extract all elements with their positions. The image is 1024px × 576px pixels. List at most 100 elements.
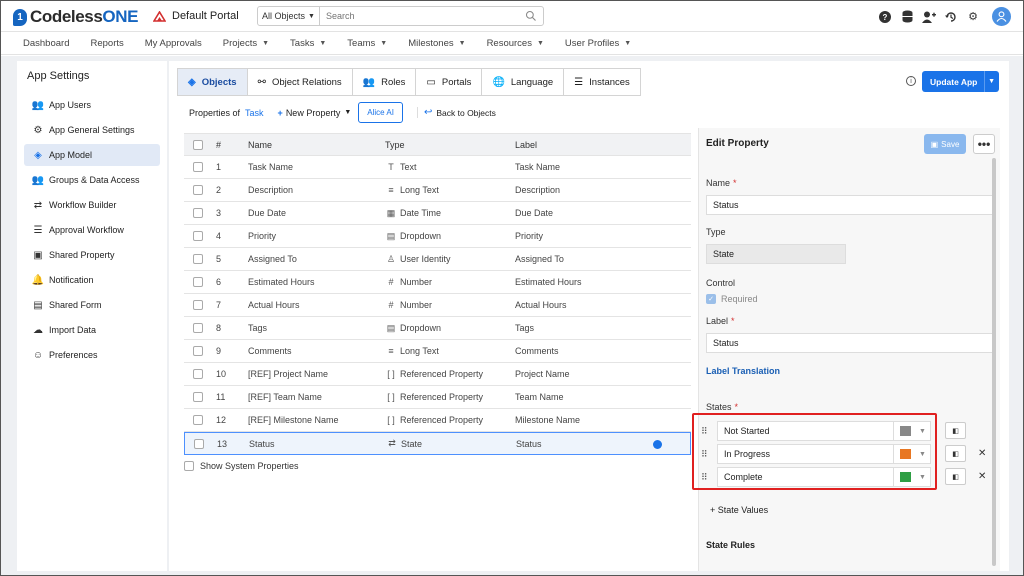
sidebar-item-app-model[interactable]: ◈ App Model [24,144,160,166]
sidebar-item-shared-property[interactable]: ▣ Shared Property [24,244,160,266]
nav-item-my-approvals[interactable]: My Approvals [145,38,202,49]
row-name: Priority [248,231,277,241]
state-name-input[interactable]: In Progress [717,444,894,464]
table-row[interactable]: 8 Tags ▤ Dropdown Tags [184,317,691,340]
show-system-checkbox[interactable] [184,461,194,471]
sidebar-item-approval-workflow[interactable]: ☰ Approval Workflow [24,219,160,241]
table-row[interactable]: 7 Actual Hours # Number Actual Hours [184,294,691,317]
nav-item-projects[interactable]: Projects ▼ [223,38,269,49]
nav-item-tasks[interactable]: Tasks ▼ [290,38,326,49]
state-color-select[interactable]: ▼ [894,467,931,487]
table-row[interactable]: 13 Status ⇄ State Status [184,432,691,455]
search-icon[interactable] [523,10,539,22]
new-property-button[interactable]: + New Property ▼ [278,108,352,118]
row-checkbox[interactable] [193,185,203,195]
sidebar-item-shared-form[interactable]: ▤ Shared Form [24,294,160,316]
search-scope-dropdown[interactable]: All Objects ▼ [258,7,320,25]
more-options-button[interactable]: ••• [973,134,995,154]
update-app-button[interactable]: Update App ▼ [922,71,999,92]
state-name-input[interactable]: Complete [717,467,894,487]
table-row[interactable]: 1 Task Name T Text Task Name [184,156,691,179]
brand-logo[interactable]: 1 CodelessONE [13,7,138,27]
row-checkbox[interactable] [193,231,203,241]
row-checkbox[interactable] [193,300,203,310]
table-row[interactable]: 4 Priority ▤ Dropdown Priority [184,225,691,248]
nav-item-reports[interactable]: Reports [90,38,123,49]
label-translation-link[interactable]: Label Translation [706,366,780,376]
help-icon[interactable]: ? [878,10,892,24]
state-translation-button[interactable]: ◧ [945,422,966,439]
sidebar-item-notification[interactable]: 🔔 Notification [24,269,160,291]
tab-portals[interactable]: ▭ Portals [416,68,483,96]
drag-handle-icon[interactable]: ⠿ [701,449,709,460]
object-name-link[interactable]: Task [245,108,264,118]
row-checkbox[interactable] [193,323,203,333]
table-row[interactable]: 12 [REF] Milestone Name [ ] Referenced Prop… [184,409,691,432]
user-avatar-icon[interactable] [992,7,1011,26]
alice-ai-button[interactable]: Alice AI [358,102,403,123]
row-checkbox[interactable] [193,162,203,172]
state-translation-button[interactable]: ◧ [945,445,966,462]
back-to-objects-button[interactable]: ↩ Back to Objects [416,107,496,118]
table-row[interactable]: 3 Due Date ▦ Date Time Due Date [184,202,691,225]
table-row[interactable]: 11 [REF] Team Name [ ] Referenced Property T… [184,386,691,409]
database-icon[interactable] [900,10,914,24]
sidebar-item-preferences[interactable]: ☺ Preferences [24,344,160,366]
header-name[interactable]: Name [248,140,385,150]
table-row[interactable]: 9 Comments ≡ Long Text Comments [184,340,691,363]
history-icon[interactable] [944,10,958,24]
header-label[interactable]: Label [515,140,655,150]
row-checkbox[interactable] [193,346,203,356]
nav-item-user-profiles[interactable]: User Profiles ▼ [565,38,631,49]
nav-item-resources[interactable]: Resources ▼ [487,38,544,49]
tab-objects[interactable]: ◈ Objects [177,68,248,96]
tab-object-relations[interactable]: ⚯ Object Relations [247,68,353,96]
row-checkbox[interactable] [193,369,203,379]
tab-roles[interactable]: 👥 Roles [352,68,417,96]
state-name-input[interactable]: Not Started [717,421,894,441]
search-input[interactable] [320,11,523,21]
nav-item-dashboard[interactable]: Dashboard [23,38,69,49]
drag-handle-icon[interactable]: ⠿ [701,472,709,483]
row-checkbox[interactable] [193,277,203,287]
state-color-select[interactable]: ▼ [894,421,931,441]
row-checkbox[interactable] [193,208,203,218]
sidebar-item-workflow-builder[interactable]: ⇄ Workflow Builder [24,194,160,216]
row-checkbox[interactable] [193,415,203,425]
remove-state-icon[interactable]: ✕ [978,448,986,459]
gear-icon[interactable]: ⚙ [966,10,980,24]
row-checkbox[interactable] [194,438,204,449]
sidebar-item-import-data[interactable]: ☁ Import Data [24,319,160,341]
name-field[interactable]: Status [706,195,993,215]
states-label-text: States [706,402,732,412]
state-translation-button[interactable]: ◧ [945,468,966,485]
state-color-select[interactable]: ▼ [894,444,931,464]
nav-item-teams[interactable]: Teams ▼ [347,38,387,49]
show-system-properties[interactable]: Show System Properties [184,461,299,471]
tab-instances[interactable]: ☰ Instances [564,68,641,96]
drag-handle-icon[interactable]: ⠿ [701,426,709,437]
add-user-icon[interactable] [922,10,936,24]
header-type[interactable]: Type [385,140,515,150]
sidebar-item-app-general-settings[interactable]: ⚙ App General Settings [24,119,160,141]
table-row[interactable]: 5 Assigned To ♙ User Identity Assigned To [184,248,691,271]
label-field[interactable]: Status [706,333,993,353]
sidebar-item-groups-data-access[interactable]: 👥 Groups & Data Access [24,169,160,191]
select-all-checkbox[interactable] [193,139,203,150]
row-label: Task Name [515,162,561,172]
row-checkbox[interactable] [193,254,203,264]
table-row[interactable]: 6 Estimated Hours # Number Estimated Hours [184,271,691,294]
row-checkbox[interactable] [193,392,203,402]
nav-item-milestones[interactable]: Milestones ▼ [408,38,465,49]
tab-language[interactable]: 🌐 Language [482,68,565,96]
remove-state-icon[interactable]: ✕ [978,471,986,482]
table-row[interactable]: 10 [REF] Project Name [ ] Referenced Proper… [184,363,691,386]
panel-scrollbar[interactable] [992,158,996,566]
table-row[interactable]: 2 Description ≡ Long Text Description [184,179,691,202]
save-button[interactable]: ▣ Save [924,134,966,154]
info-icon[interactable]: i [906,76,916,86]
add-state-values-button[interactable]: + State Values [710,505,768,515]
portal-switcher[interactable]: Default Portal [153,10,239,22]
sidebar-item-app-users[interactable]: 👥 App Users [24,94,160,116]
chevron-down-icon[interactable]: ▼ [988,78,995,85]
